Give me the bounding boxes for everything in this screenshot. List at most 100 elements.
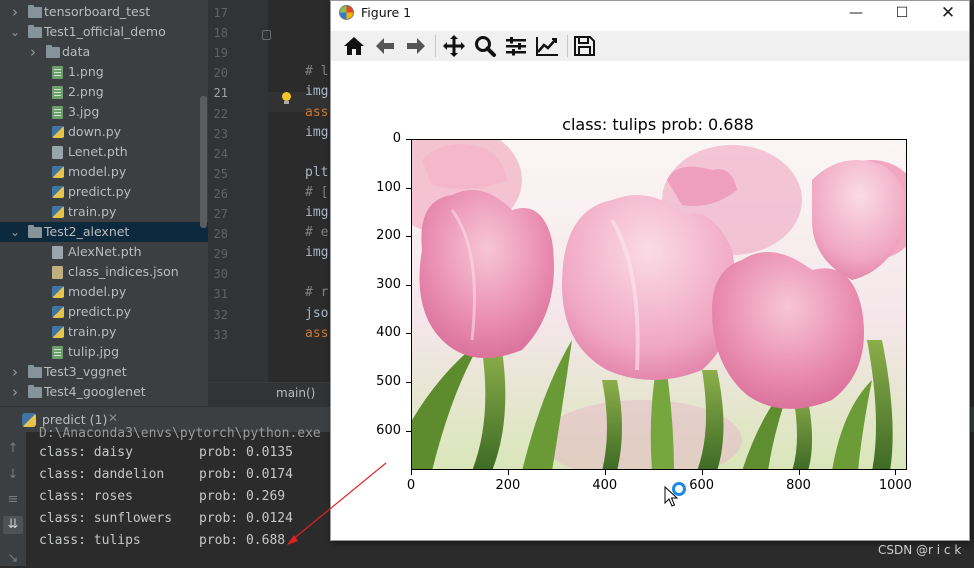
result-prob: prob: 0.0135 (199, 445, 293, 460)
y-tick-label: 600 (376, 422, 401, 438)
result-prob: prob: 0.688 (199, 533, 286, 548)
maximize-button[interactable]: ☐ (879, 1, 925, 25)
folder-icon (28, 25, 42, 38)
tree-row[interactable]: class_indices.json (0, 262, 208, 282)
line-number: 33 (213, 327, 228, 342)
y-tick (406, 430, 411, 432)
tree-scrollbar[interactable] (200, 96, 207, 228)
x-tick (895, 470, 897, 475)
tree-row[interactable]: 3.jpg (0, 102, 208, 122)
tree-row[interactable]: › data (0, 42, 208, 62)
tree-row-label: train.py (68, 204, 117, 219)
tree-row[interactable]: AlexNet.pth (0, 242, 208, 262)
more-icon[interactable]: ↘ (3, 550, 23, 568)
tree-row[interactable]: ⌄ Test2_alexnet (0, 222, 208, 242)
python-file-icon (52, 326, 64, 338)
tree-row[interactable]: ⌄ Test1_official_demo (0, 22, 208, 42)
image-axes[interactable] (411, 139, 907, 470)
tree-row-label: tulip.jpg (68, 344, 120, 359)
close-window-button[interactable]: ✕ (925, 1, 969, 25)
edit-curves-icon[interactable] (534, 34, 560, 58)
tree-row-label: down.py (68, 124, 122, 139)
figure-toolbar (331, 31, 969, 61)
image-file-icon (52, 106, 63, 119)
chevron-down-icon[interactable]: ⌄ (10, 222, 20, 242)
scroll-to-end-icon[interactable]: ⇊ (3, 516, 23, 534)
window-titlebar[interactable]: Figure 1 — ☐ ✕ (331, 1, 969, 25)
pan-icon[interactable] (441, 34, 467, 58)
python-file-icon (52, 306, 64, 318)
line-number: 31 (213, 287, 228, 302)
home-icon[interactable] (341, 34, 367, 58)
line-number: 23 (213, 126, 228, 141)
zoom-icon[interactable] (472, 34, 498, 58)
chevron-right-icon[interactable]: › (28, 42, 38, 62)
scroll-up-icon[interactable]: ↑ (3, 440, 23, 458)
tree-row[interactable]: Lenet.pth (0, 142, 208, 162)
tree-row[interactable]: model.py (0, 162, 208, 182)
image-file-icon (52, 66, 63, 79)
tree-row[interactable]: 2.png (0, 82, 208, 102)
chevron-right-icon[interactable]: › (10, 2, 20, 22)
code-line: img (305, 205, 329, 220)
minimize-button[interactable]: — (833, 1, 879, 25)
code-line: img (305, 245, 329, 261)
tree-row[interactable]: down.py (0, 122, 208, 142)
fold-marker-icon[interactable] (262, 30, 271, 40)
x-tick (411, 470, 412, 475)
folder-icon (28, 5, 42, 18)
x-tick (604, 470, 606, 475)
folder-icon (28, 385, 42, 398)
y-tick-label: 500 (376, 374, 401, 390)
tree-row[interactable]: model.py (0, 282, 208, 302)
tree-row-label: Test2_alexnet (44, 224, 130, 239)
code-line: # l (305, 64, 329, 80)
x-tick (798, 470, 800, 475)
tree-row[interactable]: tulip.jpg (0, 342, 208, 362)
python-file-icon (52, 166, 64, 178)
code-line: plt (305, 164, 329, 180)
subplots-icon[interactable] (503, 34, 529, 58)
line-number: 30 (213, 267, 228, 282)
project-tree: › tensorboard_test ⌄ Test1_official_demo › da… (0, 0, 208, 406)
toolbar-separator (567, 35, 568, 57)
tulip-image (412, 140, 906, 469)
plot-title: class: tulips prob: 0.688 (562, 115, 754, 134)
tree-row-label: AlexNet.pth (68, 244, 142, 259)
tree-row[interactable]: › tensorboard_test (0, 2, 208, 22)
code-line: ass (305, 104, 329, 120)
line-number: 21 (213, 86, 228, 101)
breadcrumb[interactable]: main() (276, 386, 315, 400)
save-icon[interactable] (571, 34, 597, 58)
tree-row-label: predict.py (68, 304, 131, 319)
soft-wrap-icon[interactable]: ≡ (3, 491, 23, 509)
tree-row[interactable]: › Test3_vggnet (0, 362, 208, 382)
x-tick (701, 470, 703, 475)
intention-bulb-icon[interactable] (281, 92, 292, 105)
x-tick-label: 400 (592, 478, 618, 493)
forward-icon[interactable] (403, 34, 429, 58)
back-icon[interactable] (372, 34, 398, 58)
y-tick (406, 236, 411, 238)
python-file-icon (52, 186, 64, 198)
chevron-down-icon[interactable]: ⌄ (10, 22, 20, 42)
tree-row-label: 1.png (68, 64, 104, 79)
file-icon (52, 246, 63, 259)
tree-row[interactable]: 1.png (0, 62, 208, 82)
tree-row-label: train.py (68, 324, 117, 339)
scroll-down-icon[interactable]: ↓ (3, 466, 23, 484)
y-tick (406, 139, 411, 140)
x-tick-label: 800 (786, 478, 811, 493)
python-file-icon (52, 206, 64, 218)
tree-row[interactable]: predict.py (0, 302, 208, 322)
chevron-right-icon[interactable]: › (10, 362, 20, 382)
tree-row[interactable]: › Test4_googlenet (0, 382, 208, 402)
result-prob: prob: 0.0174 (199, 467, 293, 482)
result-class: class: dandelion (39, 467, 165, 482)
tree-row[interactable]: train.py (0, 322, 208, 342)
close-icon[interactable]: ✕ (108, 411, 118, 425)
tree-row[interactable]: predict.py (0, 182, 208, 202)
tree-row[interactable]: train.py (0, 202, 208, 222)
python-file-icon (52, 286, 64, 298)
chevron-right-icon[interactable]: › (10, 382, 20, 402)
